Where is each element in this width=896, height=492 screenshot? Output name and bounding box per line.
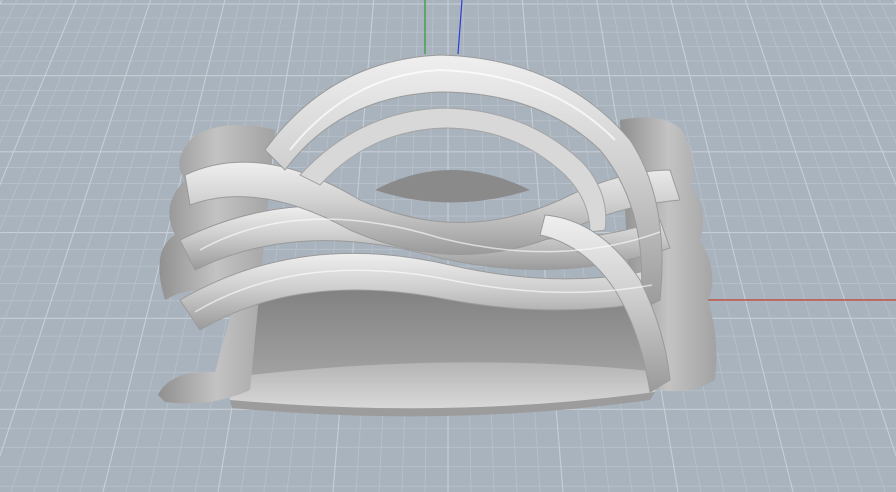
grid-line-vertical [0, 0, 32, 70]
grid-line-vertical [0, 0, 3, 6]
viewport-canvas[interactable] [0, 0, 896, 492]
grid-line-vertical [789, 0, 896, 280]
grid-line-vertical [286, 0, 345, 492]
grid-line-vertical [263, 0, 330, 492]
grid-line-vertical [774, 0, 896, 334]
grid-line-vertical [10, 0, 166, 492]
grid-line-vertical [0, 0, 77, 186]
perspective-viewport[interactable] [0, 0, 896, 492]
grid-line-vertical [33, 0, 181, 492]
grid-line-vertical [759, 0, 896, 393]
grid-line-vertical [685, 0, 817, 492]
grid-line-vertical [0, 0, 18, 36]
grid-line-vertical [878, 0, 896, 36]
grid-line-vertical [0, 0, 152, 458]
grid-line-vertical [864, 0, 896, 70]
z-axis-line [457, 0, 463, 55]
grid-line-vertical [0, 0, 107, 280]
grid-line-vertical [715, 0, 863, 492]
grid-line-vertical [849, 0, 896, 106]
grid-line-vertical [834, 0, 896, 144]
ring-center-opening [375, 170, 530, 203]
grid-line-vertical [744, 0, 896, 458]
grid-line-vertical [0, 0, 47, 106]
braided-ring-model[interactable] [158, 54, 717, 417]
grid-line-vertical [0, 0, 122, 334]
grid-line-vertical [309, 0, 360, 492]
grid-line-vertical [0, 0, 137, 393]
grid-line-vertical [0, 0, 62, 144]
grid-line-vertical [730, 0, 886, 492]
grid-line-vertical [819, 0, 896, 186]
